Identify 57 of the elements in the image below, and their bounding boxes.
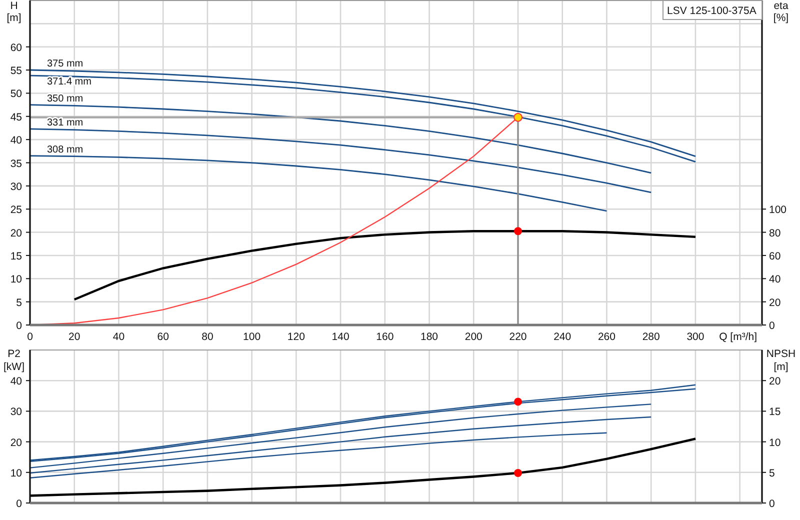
tick-label: 55: [10, 65, 22, 78]
secondary-y-axis-label: NPSH [m]: [766, 348, 796, 373]
tick-label: 80: [769, 227, 781, 240]
tick-label: 5: [769, 467, 775, 480]
y-axis-label: H [m]: [6, 0, 22, 24]
tick-label: 20: [769, 376, 781, 388]
tick-label: 120: [287, 331, 305, 343]
tick-label: 300: [686, 331, 704, 343]
tick-label: 220: [509, 331, 527, 343]
tick-label: 15: [769, 406, 781, 418]
tick-label: 280: [642, 331, 660, 343]
tick-label: 0: [769, 498, 775, 510]
tick-label: 180: [420, 331, 438, 343]
curve-label: 331 mm: [47, 117, 84, 128]
tick-label: 40: [769, 274, 781, 286]
tick-label: 60: [769, 250, 781, 262]
tick-label: 20: [68, 331, 80, 343]
tick-label: 20: [10, 227, 22, 240]
tick-label: 200: [464, 331, 482, 343]
tick-label: 40: [10, 376, 22, 388]
tick-label: 60: [10, 42, 22, 54]
tick-label: 40: [112, 331, 125, 343]
y-axis-label: P2 [kW]: [4, 348, 24, 373]
curve-label: 375 mm: [47, 58, 84, 70]
tick-label: 45: [10, 111, 22, 124]
tick-label: 0: [769, 320, 775, 332]
curve-label: 371.4 mm: [47, 76, 92, 88]
tick-label: 100: [769, 204, 787, 216]
tick-label: 0: [16, 498, 22, 510]
tick-label: 15: [10, 250, 22, 262]
tick-label: 50: [10, 88, 22, 100]
tick-label: 0: [27, 331, 33, 343]
tick-label: 20: [769, 296, 781, 309]
tick-label: 25: [10, 204, 22, 216]
curve-label: 308 mm: [47, 144, 84, 156]
tick-label: 40: [10, 134, 22, 147]
tick-label: 100: [243, 331, 261, 343]
tick-label: 260: [598, 331, 616, 343]
tick-label: 140: [332, 331, 350, 343]
tick-label: 5: [16, 296, 22, 309]
tick-label: 20: [10, 436, 22, 449]
tick-label: 0: [16, 320, 22, 332]
tick-label: 30: [10, 406, 22, 418]
tick-label: 10: [10, 467, 22, 480]
tick-label: 60: [157, 331, 169, 343]
tick-label: 240: [554, 331, 572, 343]
secondary-y-axis-label: eta [%]: [773, 0, 789, 24]
curve-label: 350 mm: [47, 93, 84, 104]
tick-label: 80: [202, 331, 214, 343]
tick-label: 35: [10, 158, 22, 170]
chart-title: LSV 125-100-375A: [667, 5, 756, 17]
tick-label: 160: [376, 331, 394, 343]
tick-label: 30: [10, 180, 22, 193]
tick-label: 10: [769, 436, 781, 449]
legend-box: LSV 125-100-375A: [662, 0, 762, 20]
tick-label: 10: [10, 274, 22, 286]
x-axis-label: Q [m³/h]: [719, 331, 757, 343]
